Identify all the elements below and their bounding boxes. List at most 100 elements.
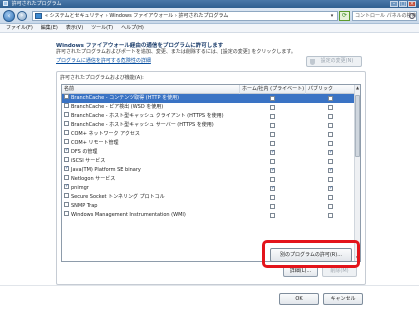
program-name-cell: BranchCache - ピア検出 (WSD を使用) xyxy=(64,103,238,112)
ok-button[interactable]: OK xyxy=(279,293,319,305)
public-network-checkbox[interactable] xyxy=(328,114,333,119)
home-network-checkbox[interactable] xyxy=(270,195,275,200)
public-network-checkbox[interactable] xyxy=(328,132,333,137)
column-header-home[interactable]: ホーム/社内 (プライベート) xyxy=(240,85,306,94)
public-network-checkbox[interactable] xyxy=(328,177,333,182)
table-row[interactable]: COM+ リモート管理 xyxy=(62,139,356,148)
public-network-checkbox[interactable]: ✓ xyxy=(328,150,333,155)
program-enabled-checkbox[interactable] xyxy=(64,193,69,198)
home-network-checkbox[interactable] xyxy=(270,96,275,101)
public-network-checkbox[interactable] xyxy=(328,96,333,101)
minimize-button[interactable]: – xyxy=(390,1,398,7)
program-enabled-checkbox[interactable] xyxy=(64,211,69,216)
public-network-cell xyxy=(328,195,333,201)
forward-button[interactable]: › xyxy=(17,11,27,21)
program-enabled-checkbox[interactable] xyxy=(64,157,69,162)
table-row[interactable]: ✓ pnimgr ✓ ✓ xyxy=(62,184,356,193)
program-name: BranchCache - ホスト型キャッシュ クライアント (HTTPS を使… xyxy=(71,113,224,119)
program-enabled-checkbox[interactable] xyxy=(64,139,69,144)
home-network-checkbox[interactable]: ✓ xyxy=(270,150,275,155)
scroll-up-icon[interactable]: ▲ xyxy=(355,85,360,91)
column-header-public[interactable]: パブリック xyxy=(306,85,356,94)
public-network-cell xyxy=(328,96,333,102)
table-row[interactable]: Secure Socket トンネリング プロトコル xyxy=(62,193,356,202)
public-network-checkbox[interactable] xyxy=(328,105,333,110)
home-network-checkbox[interactable]: ✓ xyxy=(270,168,275,173)
table-row[interactable]: COM+ ネットワーク アクセス xyxy=(62,130,356,139)
table-row[interactable]: ✓ Java(TM) Platform SE binary ✓ ✓ xyxy=(62,166,356,175)
table-row[interactable]: SNMP Trap xyxy=(62,202,356,211)
table-row[interactable]: Netlogon サービス xyxy=(62,175,356,184)
home-network-checkbox[interactable] xyxy=(270,114,275,119)
table-row[interactable]: Windows Management Instrumentation (WMI) xyxy=(62,211,356,220)
search-input[interactable]: コントロール パネルの検索 xyxy=(352,11,417,21)
search-icon[interactable] xyxy=(409,13,415,19)
vertical-scrollbar[interactable]: ▲ ▼ xyxy=(354,85,360,261)
home-network-checkbox[interactable] xyxy=(270,159,275,164)
public-network-checkbox[interactable]: ✓ xyxy=(328,168,333,173)
public-network-checkbox[interactable] xyxy=(328,204,333,209)
home-network-cell xyxy=(270,123,275,129)
public-network-checkbox[interactable] xyxy=(328,159,333,164)
table-row[interactable]: BranchCache - ホスト型キャッシュ クライアント (HTTPS を使… xyxy=(62,112,356,121)
program-enabled-checkbox[interactable] xyxy=(64,103,69,108)
change-settings-button[interactable]: 設定の変更(N) xyxy=(306,56,362,67)
program-enabled-checkbox[interactable] xyxy=(64,175,69,180)
public-network-checkbox[interactable] xyxy=(328,213,333,218)
program-name-cell: ✓ DFS の管理 xyxy=(64,148,238,157)
table-row[interactable]: BranchCache - ホスト型キャッシュ サーバー (HTTPS を使用) xyxy=(62,121,356,130)
table-row[interactable]: BranchCache - コンテンツ取得 (HTTP を使用) xyxy=(62,94,356,103)
menu-edit[interactable]: 編集(E) xyxy=(37,24,62,32)
public-network-checkbox[interactable]: ✓ xyxy=(328,186,333,191)
program-enabled-checkbox[interactable] xyxy=(64,112,69,117)
scroll-thumb[interactable] xyxy=(355,95,360,157)
shield-icon xyxy=(310,59,315,65)
program-enabled-checkbox[interactable] xyxy=(64,121,69,126)
home-network-checkbox[interactable] xyxy=(270,141,275,146)
home-network-cell xyxy=(270,105,275,111)
address-dropdown-icon[interactable]: ▾ xyxy=(328,12,336,20)
menu-bar: ファイル(F) 編集(E) 表示(V) ツール(T) ヘルプ(H) xyxy=(0,24,419,33)
public-network-cell xyxy=(328,114,333,120)
program-name-cell: iSCSI サービス xyxy=(64,157,238,166)
refresh-button[interactable]: ⟳ xyxy=(339,11,350,21)
back-button[interactable]: ‹ xyxy=(3,10,15,22)
program-name-cell: COM+ ネットワーク アクセス xyxy=(64,130,238,139)
program-enabled-checkbox[interactable] xyxy=(64,130,69,135)
table-row[interactable]: ✓ DFS の管理 ✓ ✓ xyxy=(62,148,356,157)
public-network-cell xyxy=(328,204,333,210)
program-enabled-checkbox[interactable]: ✓ xyxy=(64,148,69,153)
cancel-button[interactable]: キャンセル xyxy=(323,293,363,305)
menu-tools[interactable]: ツール(T) xyxy=(87,24,117,32)
program-name: BranchCache - ピア検出 (WSD を使用) xyxy=(71,104,164,110)
menu-view[interactable]: 表示(V) xyxy=(62,24,87,32)
programs-list[interactable]: 名前 ホーム/社内 (プライベート) パブリック BranchCache - コ… xyxy=(61,84,361,262)
menu-help[interactable]: ヘルプ(H) xyxy=(117,24,148,32)
home-network-checkbox[interactable] xyxy=(270,132,275,137)
column-header-name[interactable]: 名前 xyxy=(62,85,240,94)
program-enabled-checkbox[interactable] xyxy=(64,94,69,99)
public-network-checkbox[interactable] xyxy=(328,141,333,146)
program-enabled-checkbox[interactable]: ✓ xyxy=(64,166,69,171)
maximize-button[interactable]: □ xyxy=(399,1,407,7)
home-network-checkbox[interactable] xyxy=(270,213,275,218)
home-network-cell xyxy=(270,195,275,201)
title-bar: 許可されたプログラム – □ × xyxy=(0,0,419,8)
close-button[interactable]: × xyxy=(408,1,416,7)
public-network-checkbox[interactable] xyxy=(328,195,333,200)
table-row[interactable]: iSCSI サービス xyxy=(62,157,356,166)
home-network-checkbox[interactable] xyxy=(270,177,275,182)
table-row[interactable]: BranchCache - ピア検出 (WSD を使用) xyxy=(62,103,356,112)
program-enabled-checkbox[interactable]: ✓ xyxy=(64,184,69,189)
menu-file[interactable]: ファイル(F) xyxy=(2,24,37,32)
home-network-checkbox[interactable] xyxy=(270,105,275,110)
program-name: Java(TM) Platform SE binary xyxy=(71,167,141,173)
risk-details-link[interactable]: プログラムに通信を許可する危険性の詳細 xyxy=(56,57,151,64)
program-enabled-checkbox[interactable] xyxy=(64,202,69,207)
address-bar[interactable]: « システムとセキュリティ › Windows ファイアウォール › 許可された… xyxy=(32,11,338,21)
home-network-checkbox[interactable] xyxy=(270,204,275,209)
home-network-checkbox[interactable] xyxy=(270,123,275,128)
home-network-checkbox[interactable]: ✓ xyxy=(270,186,275,191)
public-network-checkbox[interactable] xyxy=(328,123,333,128)
address-path: « システムとセキュリティ › Windows ファイアウォール › 許可された… xyxy=(45,13,229,19)
